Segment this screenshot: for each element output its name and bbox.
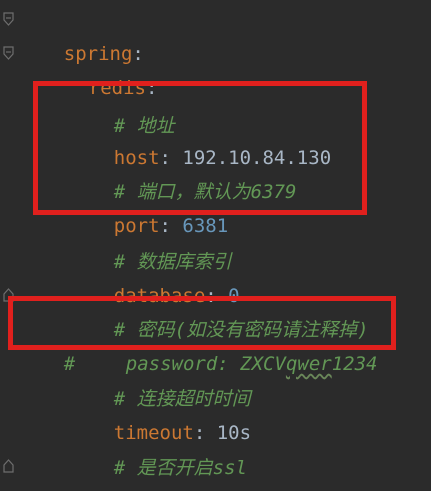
highlight-box-host-port [33, 81, 367, 215]
editor-gutter [0, 0, 18, 491]
code-line-ssl[interactable]: ssl: false [68, 451, 228, 485]
fold-marker-icon[interactable] [3, 12, 14, 26]
code-line-database[interactable]: database: 0 [68, 245, 240, 307]
yaml-editor[interactable]: spring: redis: # 地址 host: 192.10.84.130 … [0, 0, 431, 491]
password-value: ZXCVqwer1234 [240, 353, 378, 375]
code-line-timeout[interactable]: timeout: 10s [68, 382, 251, 444]
code-line-comment-database[interactable]: # 数据库索引 [68, 211, 232, 273]
fold-marker-icon[interactable] [3, 46, 14, 60]
code-line-comment-timeout[interactable]: # 连接超时时间 [68, 348, 251, 410]
fold-end-marker-icon[interactable] [3, 459, 14, 473]
code-line-redis[interactable]: redis: [43, 37, 158, 99]
code-line-comment-ssl[interactable]: # 是否开启ssl [68, 417, 247, 479]
highlight-box-password [8, 296, 396, 350]
code-line-spring[interactable]: spring: [18, 3, 144, 65]
